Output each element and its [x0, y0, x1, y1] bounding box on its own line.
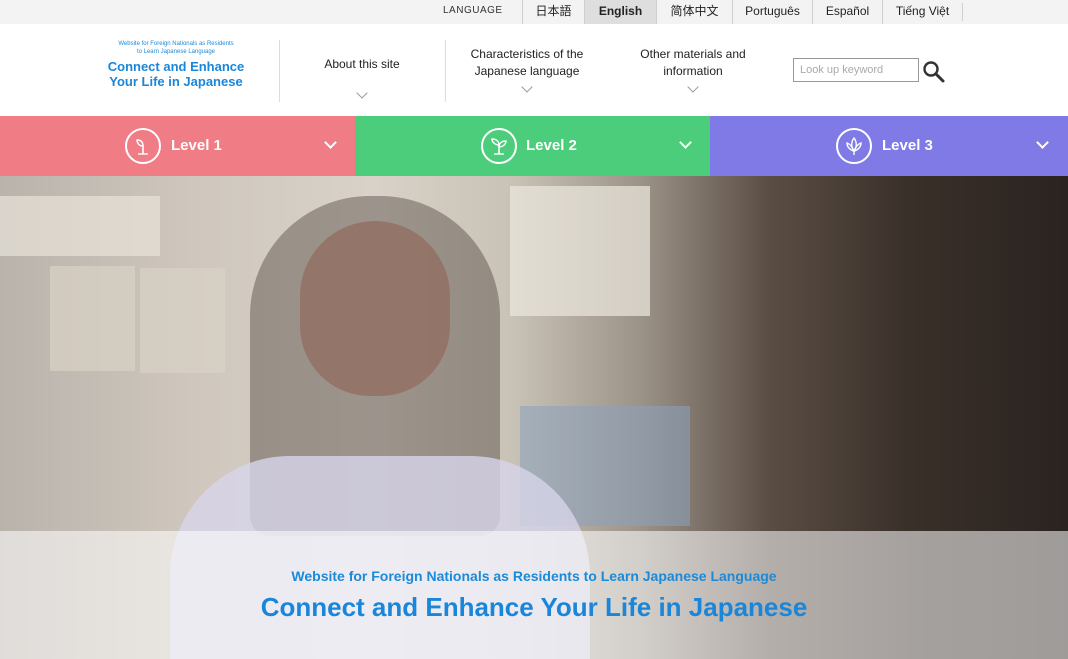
background-shelf — [510, 186, 650, 316]
level-2-label: Level 2 — [526, 137, 577, 154]
chevron-down-icon — [521, 81, 533, 93]
hero-banner: Website for Foreign Nationals as Residen… — [0, 176, 1068, 659]
lang-chinese[interactable]: 简体中文 — [656, 0, 732, 24]
lotus-icon — [836, 128, 872, 164]
site-logo[interactable]: Website for Foreign Nationals as Residen… — [96, 40, 256, 89]
nav-characteristics-line2: Japanese language — [474, 64, 580, 78]
nav-other-materials[interactable]: Other materials and information — [624, 46, 762, 93]
lang-japanese[interactable]: 日本語 — [522, 0, 584, 24]
background-frame — [50, 266, 135, 371]
background-shelf — [0, 196, 160, 256]
sprout-icon — [125, 128, 161, 164]
level-bar: Level 1 Level 2 Level 3 — [0, 116, 1068, 176]
nav-about[interactable]: About this site — [296, 56, 428, 99]
logo-subtitle-line1: Website for Foreign Nationals as Residen… — [118, 41, 234, 47]
header-divider — [445, 40, 446, 102]
lang-portuguese[interactable]: Português — [732, 0, 812, 24]
level-3-label: Level 3 — [882, 137, 933, 154]
logo-title-line1: Connect and Enhance — [107, 59, 245, 74]
lang-english[interactable]: English — [584, 0, 656, 24]
nav-characteristics[interactable]: Characteristics of the Japanese language — [458, 46, 596, 93]
header-divider — [279, 40, 280, 102]
lang-vietnamese[interactable]: Tiếng Việt — [882, 0, 962, 24]
hero-subtitle: Website for Foreign Nationals as Residen… — [291, 568, 777, 584]
chevron-down-icon — [356, 87, 368, 99]
seedling-icon — [481, 128, 517, 164]
lang-spanish[interactable]: Español — [812, 0, 882, 24]
search-icon[interactable] — [922, 60, 946, 84]
chevron-down-icon — [679, 136, 692, 149]
nav-characteristics-line1: Characteristics of the — [470, 47, 584, 61]
hero-title: Connect and Enhance Your Life in Japanes… — [260, 592, 808, 622]
language-bar: LANGUAGE 日本語 English 简体中文 Português Espa… — [0, 0, 1068, 24]
language-label: LANGUAGE — [443, 5, 503, 16]
level-1-label: Level 1 — [171, 137, 222, 154]
logo-title-line2: Your Life in Japanese — [109, 74, 243, 89]
nav-other-line1: Other materials and — [640, 47, 746, 61]
site-header: Website for Foreign Nationals as Residen… — [0, 24, 1068, 116]
nav-other-line2: information — [663, 64, 723, 78]
lang-divider — [962, 3, 963, 21]
chevron-down-icon — [324, 136, 337, 149]
level-3-tab[interactable]: Level 3 — [710, 116, 1068, 176]
chevron-down-icon — [687, 81, 699, 93]
search-input[interactable] — [793, 58, 919, 82]
level-2-tab[interactable]: Level 2 — [355, 116, 710, 176]
logo-subtitle-line2: to Learn Japanese Language — [136, 49, 216, 55]
level-1-tab[interactable]: Level 1 — [0, 116, 355, 176]
background-frame — [140, 268, 225, 373]
chevron-down-icon — [1036, 136, 1049, 149]
nav-about-label: About this site — [324, 57, 400, 71]
